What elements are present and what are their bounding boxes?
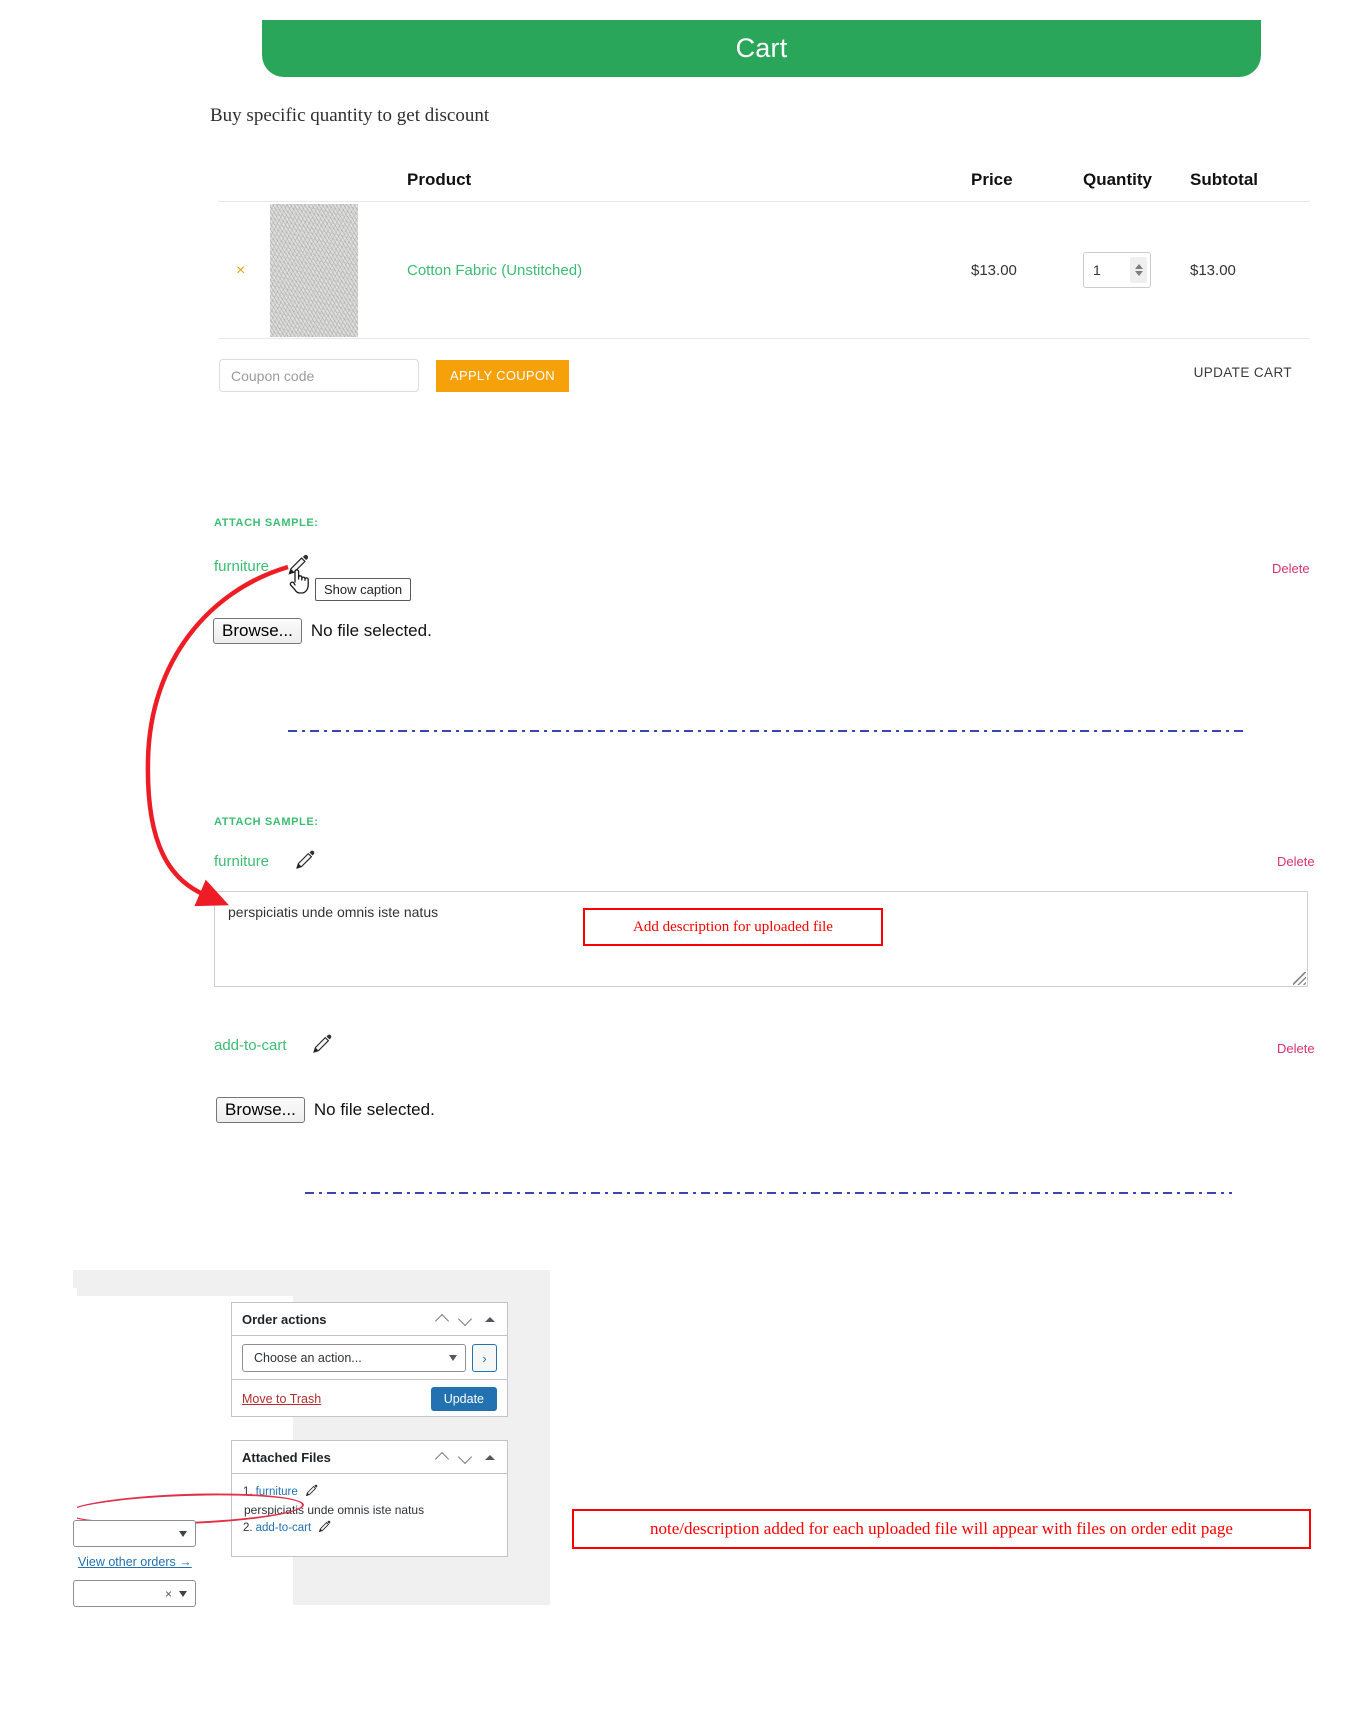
apply-action-button[interactable]: › — [472, 1344, 497, 1372]
coupon-row: APPLY COUPON UPDATE CART — [218, 339, 1310, 395]
edit-pencil-icon-2[interactable] — [293, 848, 317, 877]
toggle-panel-icon[interactable] — [483, 1312, 497, 1326]
page-header-banner: Cart — [262, 20, 1261, 77]
view-other-orders-link[interactable]: View other orders → — [78, 1555, 192, 1569]
move-to-trash-link[interactable]: Move to Trash — [242, 1392, 321, 1406]
attached-file-link-2[interactable]: add-to-cart — [256, 1522, 312, 1534]
attach-sample-label-2: ATTACH SAMPLE: — [214, 816, 319, 828]
header-quantity: Quantity — [1083, 170, 1152, 189]
cart-table-header: Product Price Quantity Subtotal — [218, 170, 1310, 202]
browse-button-3[interactable]: Browse... — [216, 1097, 305, 1123]
order-action-select[interactable]: Choose an action... — [242, 1344, 466, 1372]
uploaded-file-name-3[interactable]: add-to-cart — [214, 1037, 287, 1054]
delete-link-2[interactable]: Delete — [1277, 854, 1315, 869]
clear-selection-icon[interactable]: × — [165, 1587, 172, 1601]
file-upload-row-1: Browse... No file selected. — [213, 618, 432, 644]
annotation-add-description: Add description for uploaded file — [583, 908, 883, 946]
section-divider-1 — [288, 730, 1245, 732]
cart-row: × Cotton Fabric (Unstitched) $13.00 1 $1… — [218, 202, 1310, 339]
attached-files-title: Attached Files — [242, 1449, 331, 1465]
move-down-icon-2[interactable] — [457, 1449, 474, 1466]
toggle-panel-icon-2[interactable] — [483, 1450, 497, 1464]
cart-table: Product Price Quantity Subtotal × Cotton… — [218, 170, 1310, 395]
header-product: Product — [407, 170, 472, 189]
hand-cursor-icon — [287, 566, 311, 601]
quantity-value[interactable]: 1 — [1093, 262, 1101, 278]
attach-sample-label-1: ATTACH SAMPLE: — [214, 517, 319, 529]
order-actions-metabox: Order actions Choose an action... › Move… — [231, 1302, 508, 1417]
attached-file-item-2: 2. add-to-cart — [243, 1519, 496, 1537]
chevron-down-icon — [449, 1355, 457, 1361]
delete-link-1[interactable]: Delete — [1272, 561, 1310, 576]
file-upload-row-3: Browse... No file selected. — [216, 1097, 435, 1123]
uploaded-file-name-2[interactable]: furniture — [214, 853, 269, 870]
update-order-button[interactable]: Update — [430, 1387, 497, 1411]
quantity-stepper[interactable]: 1 — [1083, 252, 1151, 288]
edit-pencil-icon-admin-1[interactable] — [304, 1483, 319, 1501]
edit-pencil-icon-admin-2[interactable] — [317, 1519, 332, 1537]
show-caption-tooltip: Show caption — [315, 578, 412, 601]
left-select-1[interactable] — [73, 1520, 196, 1547]
product-subtotal: $13.00 — [1190, 261, 1236, 279]
product-price: $13.00 — [971, 261, 1017, 279]
order-actions-body: Choose an action... › — [232, 1336, 507, 1380]
quantity-spinner-icon[interactable] — [1130, 257, 1147, 283]
chevron-down-icon-left-2 — [179, 1590, 187, 1597]
update-cart-button[interactable]: UPDATE CART — [1194, 365, 1292, 380]
product-thumbnail-image[interactable] — [270, 203, 358, 337]
delete-link-3[interactable]: Delete — [1277, 1041, 1315, 1056]
admin-left-white-strip — [0, 1288, 77, 1613]
order-actions-footer: Move to Trash Update — [232, 1380, 507, 1418]
move-down-icon[interactable] — [457, 1311, 474, 1328]
uploaded-file-name-1[interactable]: furniture — [214, 558, 269, 575]
product-thumbnail-cell[interactable] — [270, 203, 358, 337]
edit-pencil-icon-3[interactable] — [310, 1032, 334, 1061]
header-price: Price — [971, 170, 1013, 189]
remove-item-button[interactable]: × — [218, 262, 270, 279]
remove-icon[interactable]: × — [218, 262, 245, 279]
no-file-selected-label-3: No file selected. — [313, 1100, 435, 1119]
order-action-selected-value: Choose an action... — [254, 1351, 362, 1365]
page-title: Cart — [735, 33, 788, 63]
left-select-2[interactable]: × — [73, 1580, 196, 1607]
coupon-input[interactable] — [219, 359, 419, 392]
browse-button-1[interactable]: Browse... — [213, 618, 302, 644]
section-divider-2 — [305, 1192, 1232, 1194]
header-subtotal: Subtotal — [1190, 170, 1258, 189]
order-actions-title: Order actions — [242, 1311, 327, 1327]
move-up-icon[interactable] — [434, 1311, 451, 1328]
no-file-selected-label-1: No file selected. — [310, 621, 432, 640]
product-name-cell: Cotton Fabric (Unstitched) — [358, 262, 971, 279]
attached-files-header: Attached Files — [232, 1441, 507, 1474]
discount-notice: Buy specific quantity to get discount — [210, 105, 490, 126]
product-link[interactable]: Cotton Fabric (Unstitched) — [407, 262, 582, 279]
annotation-order-edit-note: note/description added for each uploaded… — [572, 1509, 1311, 1549]
order-actions-header: Order actions — [232, 1303, 507, 1336]
attached-file-index-2: 2. — [243, 1522, 253, 1534]
apply-coupon-button[interactable]: APPLY COUPON — [436, 359, 569, 392]
chevron-down-icon-left-1 — [179, 1530, 187, 1537]
quantity-cell: 1 — [1083, 252, 1190, 288]
move-up-icon-2[interactable] — [434, 1449, 451, 1466]
